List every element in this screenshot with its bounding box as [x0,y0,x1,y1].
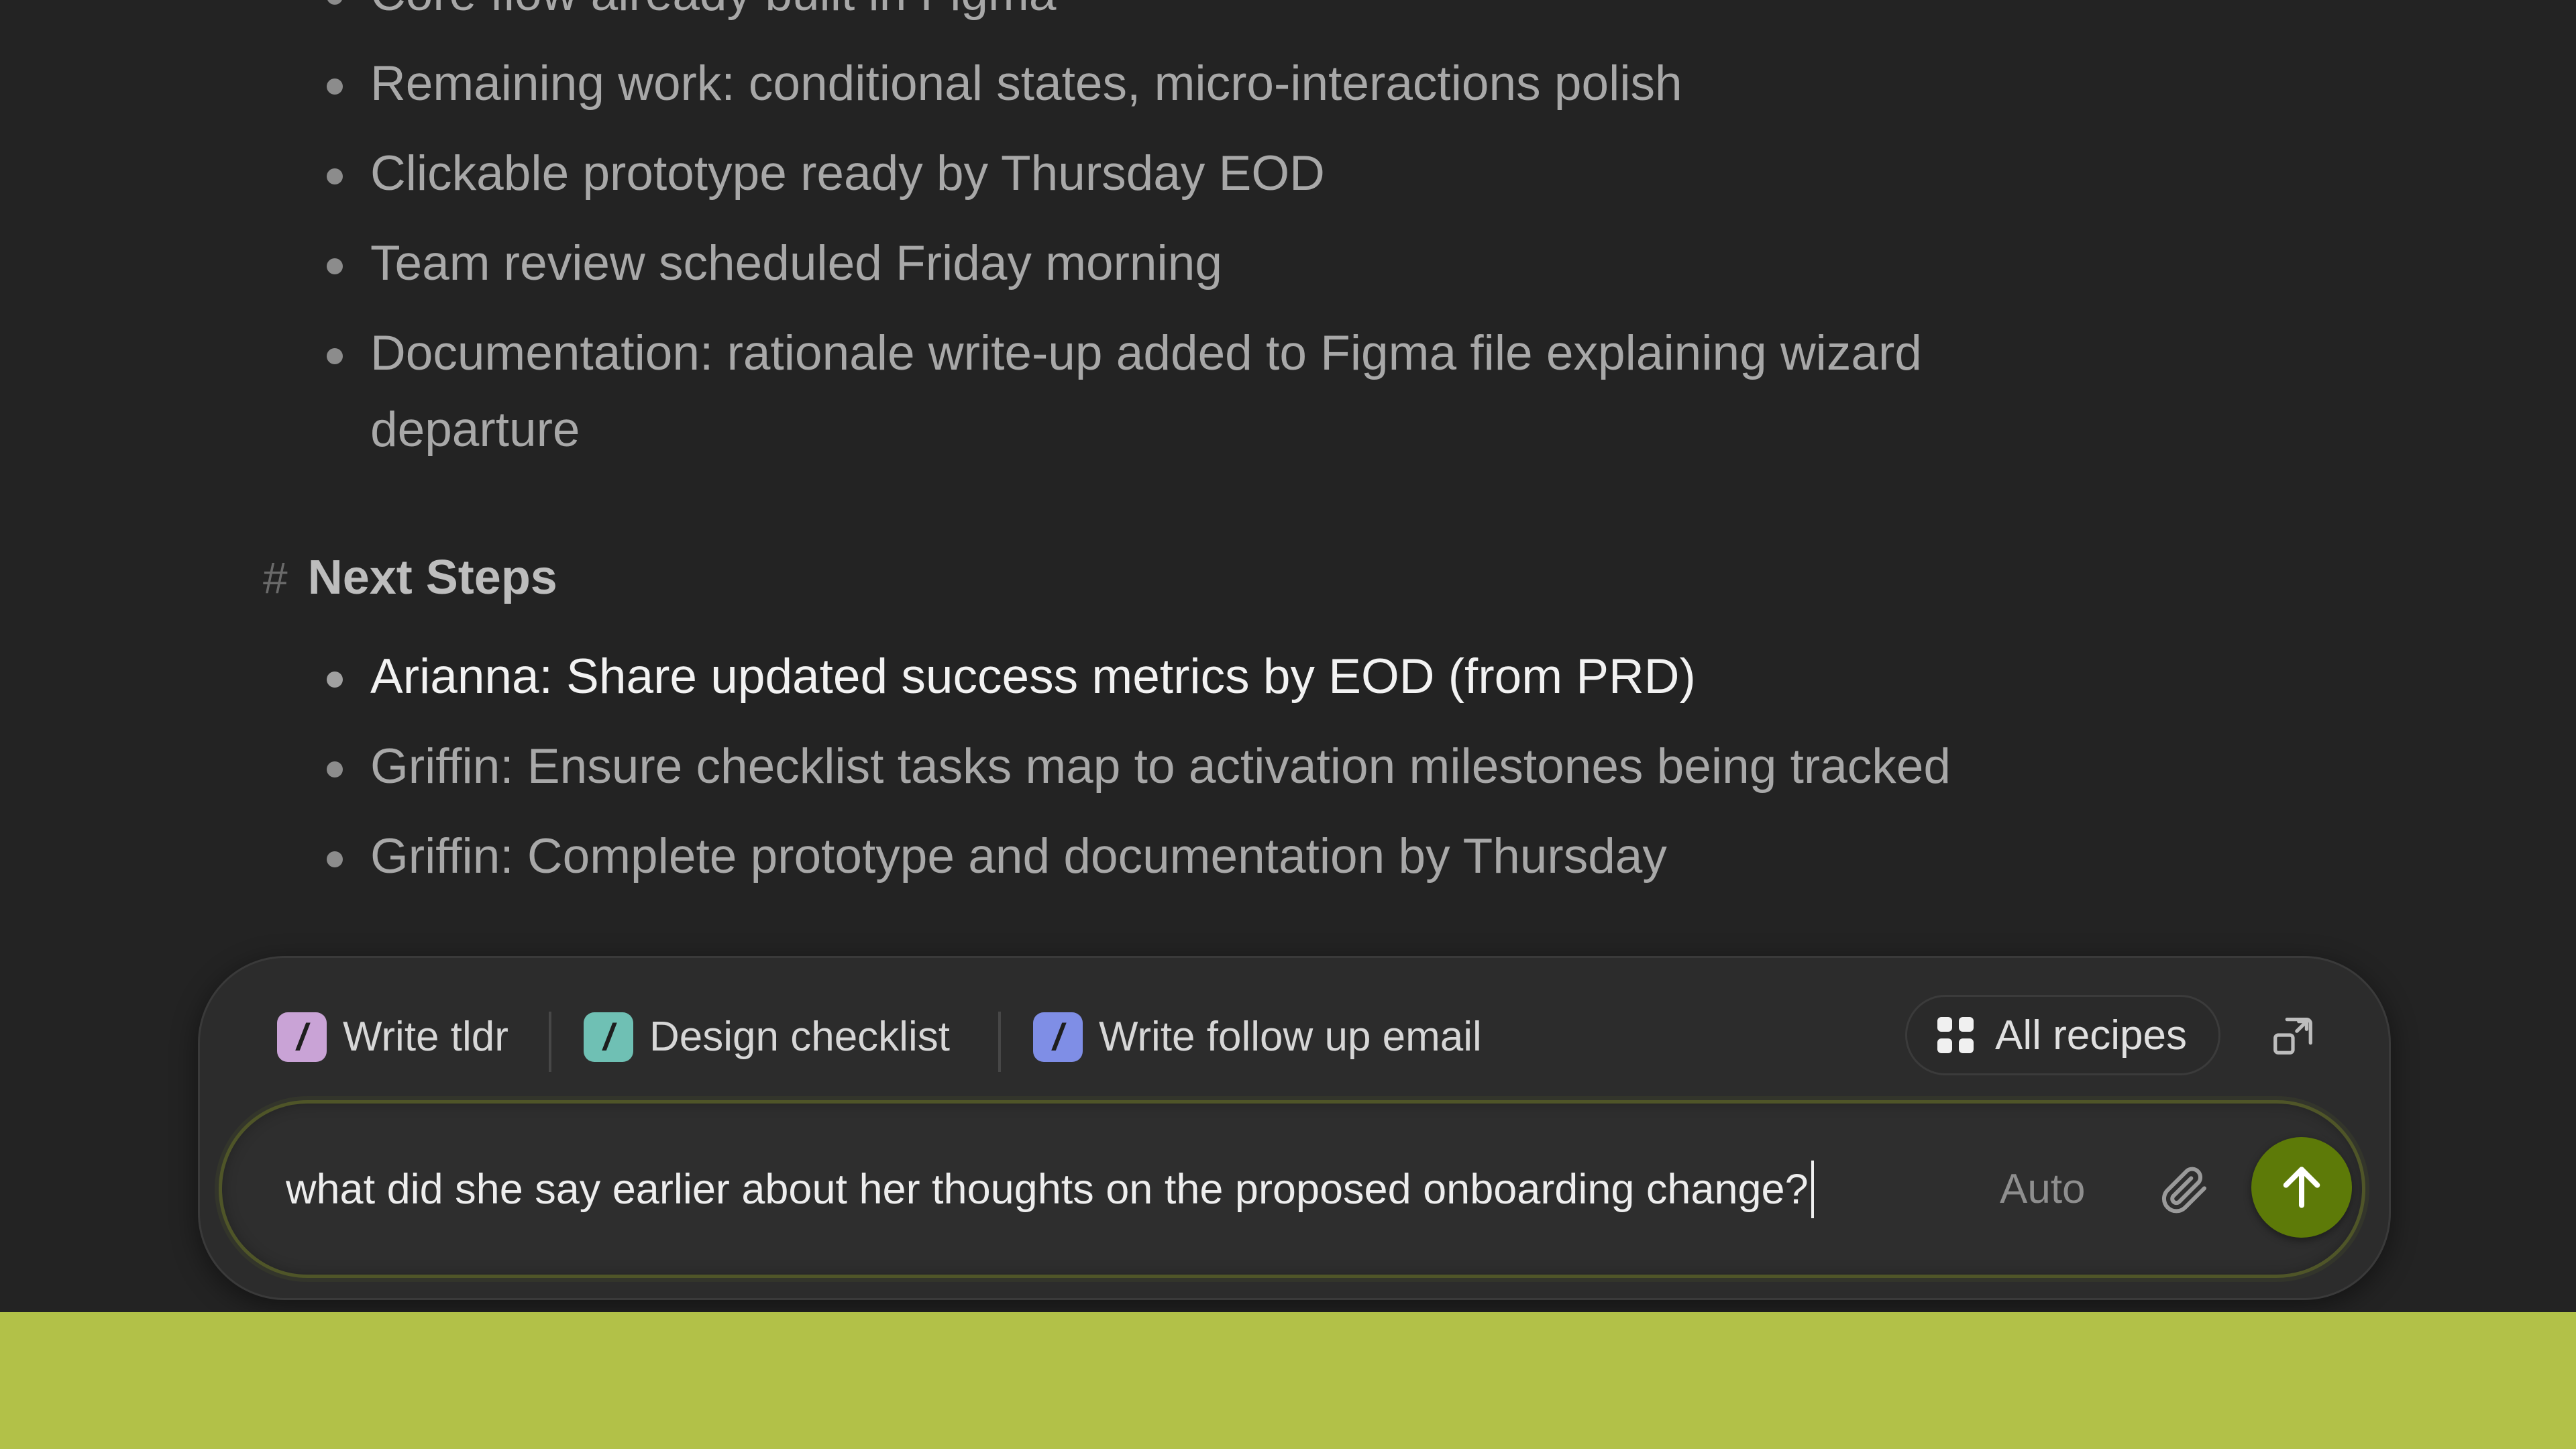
recipe-bar: / Write tldr / Design checklist / Write … [200,958,2389,1112]
send-button[interactable] [2251,1137,2352,1238]
arrow-up-icon [2283,1167,2320,1208]
list-item: Core flow already built in Figma [323,0,2114,32]
message-input-value: what did she say earlier about her thoug… [286,1165,1809,1213]
recipe-chip-write-follow-up-email[interactable]: / Write follow up email [1033,1005,1482,1069]
recipe-chip-design-checklist[interactable]: / Design checklist [584,1005,950,1069]
next-steps-heading: # Next Steps [263,550,557,605]
attach-button[interactable] [2151,1156,2218,1223]
slash-icon: / [277,1012,327,1062]
list-item-text: Core flow already built in Figma [370,0,1056,21]
all-recipes-label: All recipes [1995,1012,2187,1059]
list-item: Remaining work: conditional states, micr… [323,46,2114,122]
list-item: Clickable prototype ready by Thursday EO… [323,136,2114,212]
bullet-dot [327,348,343,364]
bullet-dot [327,851,343,867]
expand-button[interactable] [2263,1005,2323,1065]
bullet-dot [327,0,343,5]
list-item: Team review scheduled Friday morning [323,225,2114,302]
list-item-text: Arianna: Share updated success metrics b… [370,649,1696,704]
recipe-label: Design checklist [649,1014,950,1060]
message-input-container[interactable]: what did she say earlier about her thoug… [219,1100,2365,1278]
message-input[interactable]: what did she say earlier about her thoug… [286,1104,1814,1275]
recipe-label: Write follow up email [1099,1014,1482,1060]
paperclip-icon [2161,1167,2206,1214]
list-item: Documentation: rationale write-up added … [323,315,2114,468]
list-item-text: Documentation: rationale write-up added … [370,326,1922,457]
bullet-dot [327,672,343,688]
next-steps-list: Arianna: Share updated success metrics b… [323,639,1951,908]
all-recipes-button[interactable]: All recipes [1905,995,2220,1075]
bullet-dot [327,258,343,274]
bullet-dot [327,78,343,95]
divider [998,1012,1001,1072]
grid-icon [1937,1017,1974,1053]
slash-icon: / [584,1012,633,1062]
list-item: Arianna: Share updated success metrics b… [323,639,1951,715]
list-item-text: Clickable prototype ready by Thursday EO… [370,146,1325,201]
text-caret [1811,1160,1814,1218]
list-item-text: Griffin: Ensure checklist tasks map to a… [370,739,1951,794]
summary-bullet-list: Core flow already built in Figma Remaini… [323,0,2114,482]
list-item-text: Team review scheduled Friday morning [370,236,1222,290]
recipe-label: Write tldr [343,1014,508,1060]
bullet-dot [327,168,343,184]
list-item-text: Griffin: Complete prototype and document… [370,829,1667,883]
recipe-chip-write-tldr[interactable]: / Write tldr [277,1005,508,1069]
list-item-text: Remaining work: conditional states, micr… [370,56,1682,111]
section-title: Next Steps [307,551,557,604]
list-item: Griffin: Complete prototype and document… [323,818,1951,895]
divider [549,1012,551,1072]
bullet-dot [327,761,343,777]
expand-icon [2273,1018,2312,1055]
list-item: Griffin: Ensure checklist tasks map to a… [323,729,1951,805]
chat-composer: / Write tldr / Design checklist / Write … [198,956,2391,1300]
heading-hash-marker: # [263,553,288,602]
slash-icon: / [1033,1012,1083,1062]
accent-footer-band [0,1312,2576,1449]
model-mode-selector[interactable]: Auto [2000,1104,2086,1275]
page: Core flow already built in Figma Remaini… [0,0,2576,1449]
